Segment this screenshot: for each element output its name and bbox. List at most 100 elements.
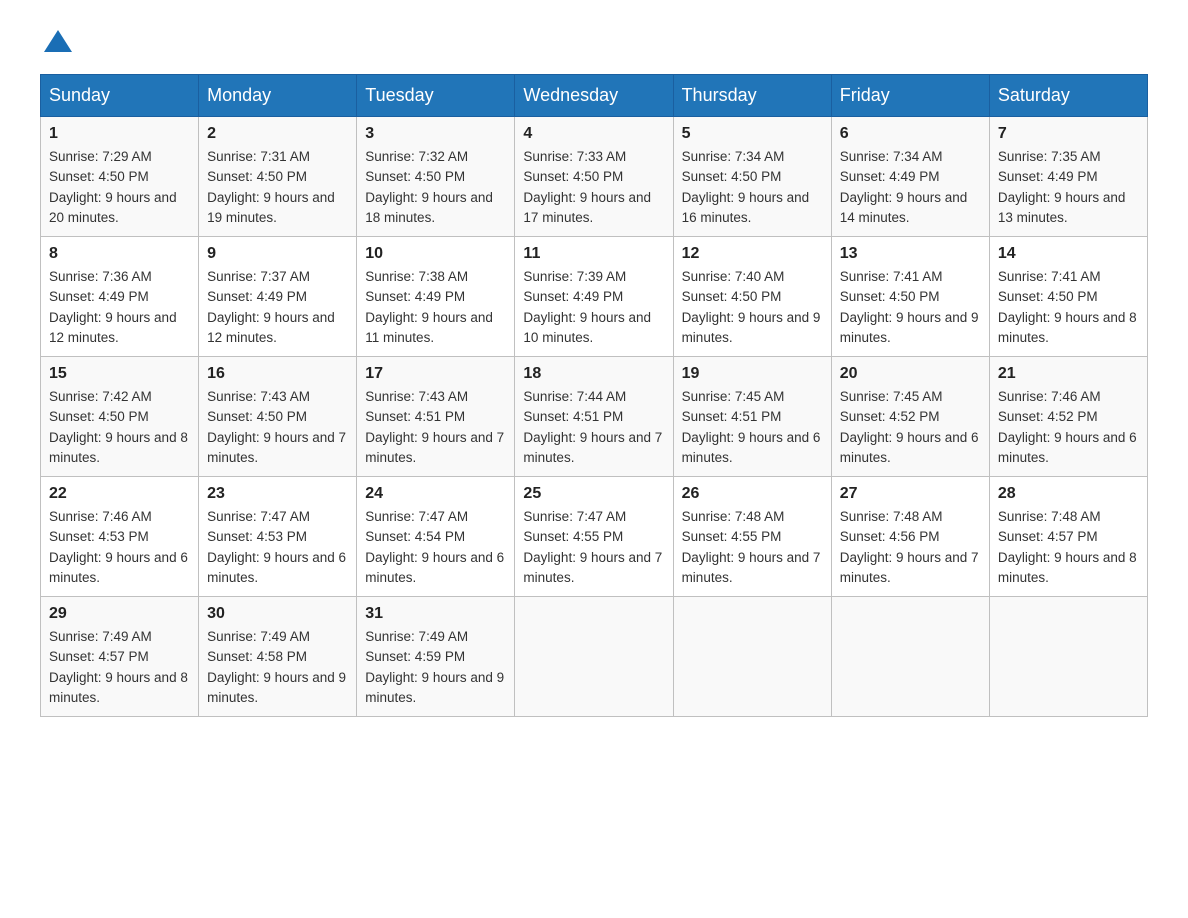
calendar-cell: 12 Sunrise: 7:40 AMSunset: 4:50 PMDaylig… (673, 237, 831, 357)
day-number: 6 (840, 125, 981, 143)
calendar-cell: 4 Sunrise: 7:33 AMSunset: 4:50 PMDayligh… (515, 117, 673, 237)
day-number: 17 (365, 365, 506, 383)
column-header-thursday: Thursday (673, 75, 831, 117)
day-info: Sunrise: 7:48 AMSunset: 4:56 PMDaylight:… (840, 509, 979, 585)
day-info: Sunrise: 7:47 AMSunset: 4:55 PMDaylight:… (523, 509, 662, 585)
day-info: Sunrise: 7:49 AMSunset: 4:58 PMDaylight:… (207, 629, 346, 705)
calendar-cell: 11 Sunrise: 7:39 AMSunset: 4:49 PMDaylig… (515, 237, 673, 357)
day-number: 11 (523, 245, 664, 263)
calendar-cell: 30 Sunrise: 7:49 AMSunset: 4:58 PMDaylig… (199, 597, 357, 717)
column-header-wednesday: Wednesday (515, 75, 673, 117)
day-number: 23 (207, 485, 348, 503)
calendar-cell: 13 Sunrise: 7:41 AMSunset: 4:50 PMDaylig… (831, 237, 989, 357)
column-header-monday: Monday (199, 75, 357, 117)
day-info: Sunrise: 7:47 AMSunset: 4:53 PMDaylight:… (207, 509, 346, 585)
calendar-cell: 8 Sunrise: 7:36 AMSunset: 4:49 PMDayligh… (41, 237, 199, 357)
day-info: Sunrise: 7:43 AMSunset: 4:50 PMDaylight:… (207, 389, 346, 465)
day-number: 3 (365, 125, 506, 143)
calendar-week-row: 8 Sunrise: 7:36 AMSunset: 4:49 PMDayligh… (41, 237, 1148, 357)
day-number: 2 (207, 125, 348, 143)
day-number: 19 (682, 365, 823, 383)
day-info: Sunrise: 7:36 AMSunset: 4:49 PMDaylight:… (49, 269, 177, 345)
day-number: 25 (523, 485, 664, 503)
day-number: 27 (840, 485, 981, 503)
calendar-cell (673, 597, 831, 717)
day-info: Sunrise: 7:47 AMSunset: 4:54 PMDaylight:… (365, 509, 504, 585)
calendar-cell: 5 Sunrise: 7:34 AMSunset: 4:50 PMDayligh… (673, 117, 831, 237)
day-info: Sunrise: 7:31 AMSunset: 4:50 PMDaylight:… (207, 149, 335, 225)
day-info: Sunrise: 7:34 AMSunset: 4:50 PMDaylight:… (682, 149, 810, 225)
calendar-cell: 19 Sunrise: 7:45 AMSunset: 4:51 PMDaylig… (673, 357, 831, 477)
day-info: Sunrise: 7:39 AMSunset: 4:49 PMDaylight:… (523, 269, 651, 345)
day-number: 15 (49, 365, 190, 383)
calendar-cell: 16 Sunrise: 7:43 AMSunset: 4:50 PMDaylig… (199, 357, 357, 477)
calendar-cell: 23 Sunrise: 7:47 AMSunset: 4:53 PMDaylig… (199, 477, 357, 597)
calendar-cell: 9 Sunrise: 7:37 AMSunset: 4:49 PMDayligh… (199, 237, 357, 357)
day-info: Sunrise: 7:49 AMSunset: 4:59 PMDaylight:… (365, 629, 504, 705)
day-number: 14 (998, 245, 1139, 263)
day-number: 22 (49, 485, 190, 503)
column-header-tuesday: Tuesday (357, 75, 515, 117)
calendar-cell: 28 Sunrise: 7:48 AMSunset: 4:57 PMDaylig… (989, 477, 1147, 597)
day-info: Sunrise: 7:46 AMSunset: 4:52 PMDaylight:… (998, 389, 1137, 465)
calendar-cell: 18 Sunrise: 7:44 AMSunset: 4:51 PMDaylig… (515, 357, 673, 477)
calendar-cell (989, 597, 1147, 717)
day-info: Sunrise: 7:32 AMSunset: 4:50 PMDaylight:… (365, 149, 493, 225)
day-number: 8 (49, 245, 190, 263)
calendar-cell: 20 Sunrise: 7:45 AMSunset: 4:52 PMDaylig… (831, 357, 989, 477)
day-number: 7 (998, 125, 1139, 143)
column-header-saturday: Saturday (989, 75, 1147, 117)
day-info: Sunrise: 7:45 AMSunset: 4:51 PMDaylight:… (682, 389, 821, 465)
day-number: 30 (207, 605, 348, 623)
page-header (40, 30, 1148, 54)
calendar-week-row: 15 Sunrise: 7:42 AMSunset: 4:50 PMDaylig… (41, 357, 1148, 477)
day-number: 20 (840, 365, 981, 383)
calendar-cell: 15 Sunrise: 7:42 AMSunset: 4:50 PMDaylig… (41, 357, 199, 477)
day-info: Sunrise: 7:38 AMSunset: 4:49 PMDaylight:… (365, 269, 493, 345)
day-info: Sunrise: 7:44 AMSunset: 4:51 PMDaylight:… (523, 389, 662, 465)
day-info: Sunrise: 7:40 AMSunset: 4:50 PMDaylight:… (682, 269, 821, 345)
day-number: 31 (365, 605, 506, 623)
calendar-cell: 10 Sunrise: 7:38 AMSunset: 4:49 PMDaylig… (357, 237, 515, 357)
calendar-header-row: SundayMondayTuesdayWednesdayThursdayFrid… (41, 75, 1148, 117)
day-number: 13 (840, 245, 981, 263)
day-number: 28 (998, 485, 1139, 503)
calendar-week-row: 1 Sunrise: 7:29 AMSunset: 4:50 PMDayligh… (41, 117, 1148, 237)
day-number: 4 (523, 125, 664, 143)
day-number: 26 (682, 485, 823, 503)
day-number: 1 (49, 125, 190, 143)
day-info: Sunrise: 7:29 AMSunset: 4:50 PMDaylight:… (49, 149, 177, 225)
day-info: Sunrise: 7:41 AMSunset: 4:50 PMDaylight:… (998, 269, 1137, 345)
day-number: 24 (365, 485, 506, 503)
day-number: 21 (998, 365, 1139, 383)
day-info: Sunrise: 7:48 AMSunset: 4:57 PMDaylight:… (998, 509, 1137, 585)
calendar-cell: 2 Sunrise: 7:31 AMSunset: 4:50 PMDayligh… (199, 117, 357, 237)
day-number: 5 (682, 125, 823, 143)
day-info: Sunrise: 7:43 AMSunset: 4:51 PMDaylight:… (365, 389, 504, 465)
day-number: 9 (207, 245, 348, 263)
day-info: Sunrise: 7:49 AMSunset: 4:57 PMDaylight:… (49, 629, 188, 705)
day-info: Sunrise: 7:48 AMSunset: 4:55 PMDaylight:… (682, 509, 821, 585)
calendar-cell: 22 Sunrise: 7:46 AMSunset: 4:53 PMDaylig… (41, 477, 199, 597)
calendar-cell: 7 Sunrise: 7:35 AMSunset: 4:49 PMDayligh… (989, 117, 1147, 237)
column-header-sunday: Sunday (41, 75, 199, 117)
day-info: Sunrise: 7:46 AMSunset: 4:53 PMDaylight:… (49, 509, 188, 585)
day-number: 18 (523, 365, 664, 383)
calendar-cell: 25 Sunrise: 7:47 AMSunset: 4:55 PMDaylig… (515, 477, 673, 597)
calendar-cell: 27 Sunrise: 7:48 AMSunset: 4:56 PMDaylig… (831, 477, 989, 597)
calendar-table: SundayMondayTuesdayWednesdayThursdayFrid… (40, 74, 1148, 717)
calendar-cell: 26 Sunrise: 7:48 AMSunset: 4:55 PMDaylig… (673, 477, 831, 597)
calendar-cell: 3 Sunrise: 7:32 AMSunset: 4:50 PMDayligh… (357, 117, 515, 237)
day-number: 29 (49, 605, 190, 623)
calendar-cell (515, 597, 673, 717)
calendar-cell: 29 Sunrise: 7:49 AMSunset: 4:57 PMDaylig… (41, 597, 199, 717)
calendar-cell: 14 Sunrise: 7:41 AMSunset: 4:50 PMDaylig… (989, 237, 1147, 357)
calendar-cell: 6 Sunrise: 7:34 AMSunset: 4:49 PMDayligh… (831, 117, 989, 237)
day-info: Sunrise: 7:37 AMSunset: 4:49 PMDaylight:… (207, 269, 335, 345)
logo-triangle-icon (44, 30, 72, 52)
day-info: Sunrise: 7:35 AMSunset: 4:49 PMDaylight:… (998, 149, 1126, 225)
day-info: Sunrise: 7:45 AMSunset: 4:52 PMDaylight:… (840, 389, 979, 465)
column-header-friday: Friday (831, 75, 989, 117)
calendar-cell: 24 Sunrise: 7:47 AMSunset: 4:54 PMDaylig… (357, 477, 515, 597)
logo (40, 30, 74, 54)
